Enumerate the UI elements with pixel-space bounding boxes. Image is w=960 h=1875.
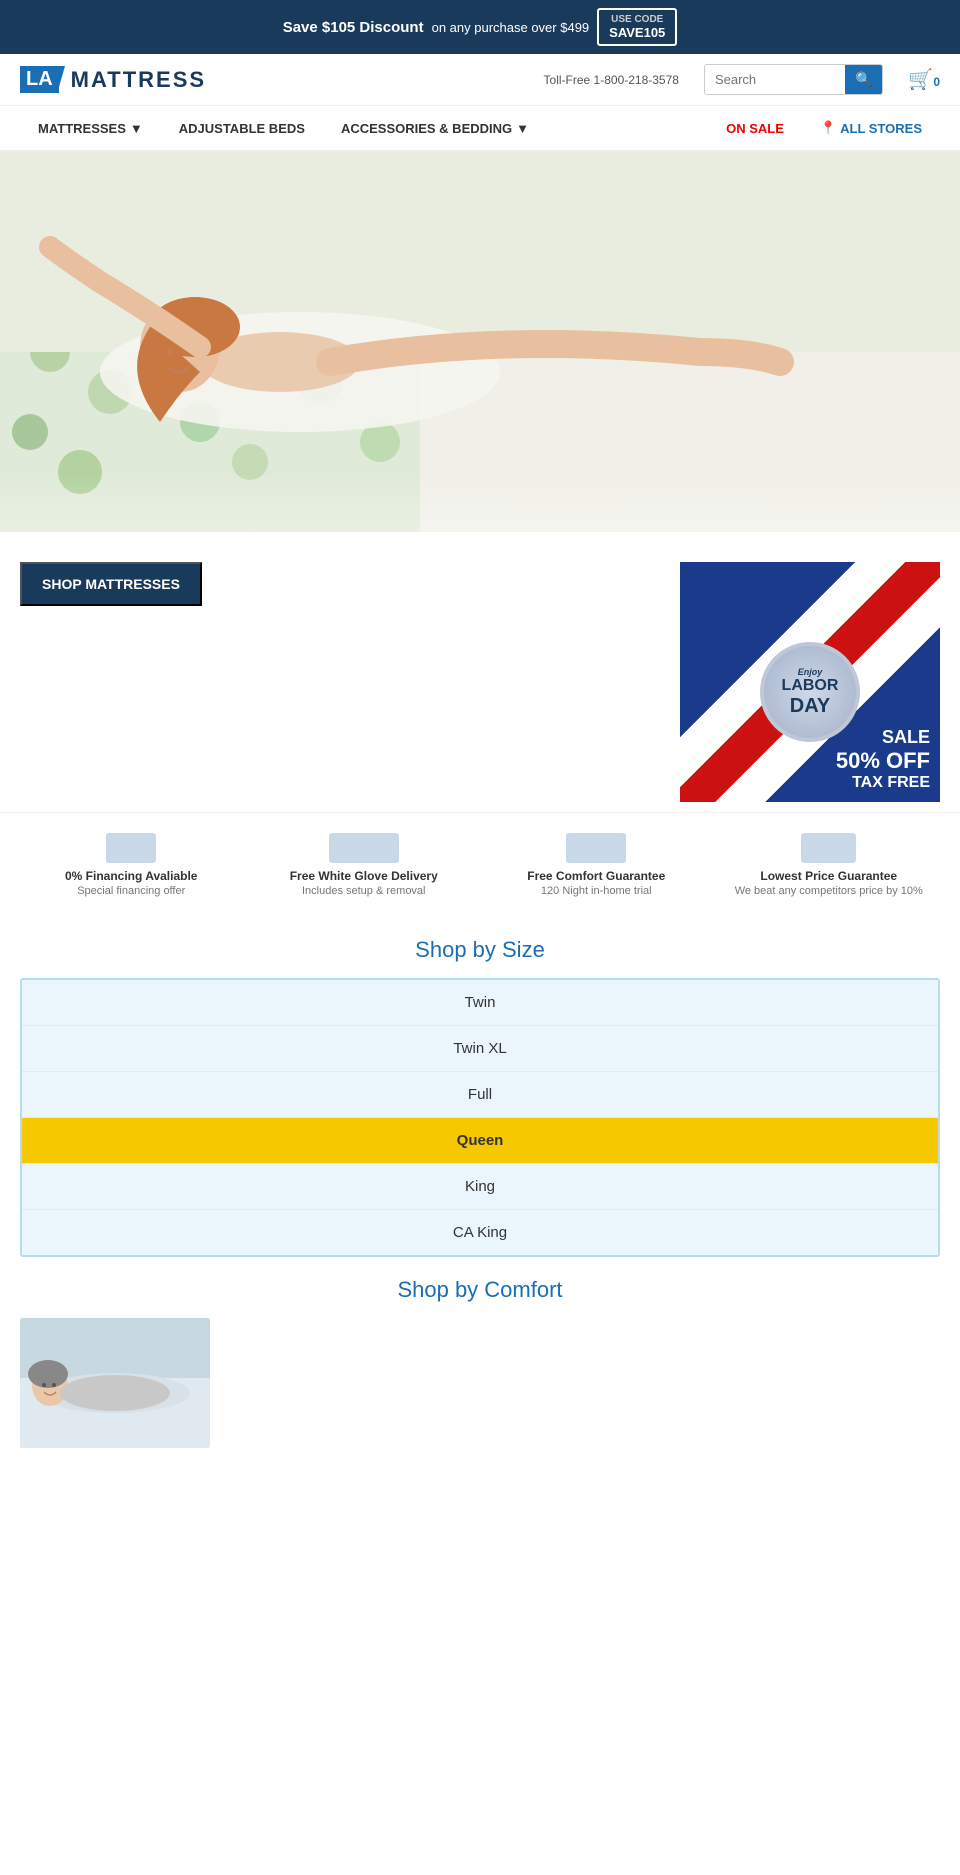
labor-day-bg: Enjoy LABOR DAY SALE 50% OFF TAX FREE [680, 562, 940, 802]
logo-la: LA [20, 66, 59, 93]
size-full[interactable]: Full [22, 1072, 938, 1118]
delivery-icon [329, 833, 399, 863]
hero-background [0, 152, 960, 532]
sale-label: SALE [836, 727, 930, 748]
feature-financing: 0% Financing Avaliable Special financing… [20, 833, 243, 897]
shop-by-size-section: Shop by Size Twin Twin XL Full Queen Kin… [0, 937, 960, 1257]
feature-delivery-subtitle: Includes setup & removal [302, 885, 426, 897]
size-queen[interactable]: Queen [22, 1118, 938, 1164]
shop-by-comfort-title: Shop by Comfort [20, 1277, 940, 1303]
nav-item-accessories[interactable]: ACCESSORIES & BEDDING ▼ [323, 107, 547, 150]
size-table: Twin Twin XL Full Queen King CA King [20, 978, 940, 1257]
discount-text: Save $105 Discount [283, 19, 424, 36]
feature-delivery: Free White Glove Delivery Includes setup… [253, 833, 476, 897]
location-icon: 📍 [820, 120, 836, 136]
day-label: DAY [790, 695, 830, 718]
tax-label: TAX FREE [836, 774, 930, 792]
comfort-image[interactable] [20, 1318, 210, 1448]
nav-item-on-sale[interactable]: ON SALE [708, 107, 802, 150]
size-ca-king[interactable]: CA King [22, 1210, 938, 1255]
search-box: 🔍 [704, 64, 883, 95]
labor-label: LABOR [782, 677, 839, 695]
top-banner: Save $105 Discount on any purchase over … [0, 0, 960, 54]
feature-price-subtitle: We beat any competitors price by 10% [735, 885, 923, 897]
labor-day-text: SALE 50% OFF TAX FREE [836, 727, 930, 792]
chevron-down-icon: ▼ [130, 121, 143, 136]
size-king[interactable]: King [22, 1164, 938, 1210]
logo-name: MATTRESS [71, 67, 206, 93]
hero-overlay [0, 472, 960, 532]
feature-comfort-subtitle: 120 Night in-home trial [541, 885, 652, 897]
comfort-image-inner [20, 1318, 210, 1448]
nav-item-all-stores[interactable]: 📍 ALL STORES [802, 106, 940, 150]
chevron-down-icon-2: ▼ [516, 121, 529, 136]
feature-price: Lowest Price Guarantee We beat any compe… [718, 833, 941, 897]
header: LA MATTRESS Toll-Free 1-800-218-3578 🔍 🛒… [0, 54, 960, 106]
feature-comfort-title: Free Comfort Guarantee [527, 869, 665, 883]
comfort-icon [566, 833, 626, 863]
cart-icon[interactable]: 🛒0 [908, 67, 940, 92]
price-icon [801, 833, 856, 863]
shop-by-comfort-section: Shop by Comfort [0, 1277, 960, 1468]
feature-price-title: Lowest Price Guarantee [760, 869, 897, 883]
cart-count: 0 [933, 75, 940, 89]
size-twin-xl[interactable]: Twin XL [22, 1026, 938, 1072]
condition-text: on any purchase over $499 [432, 20, 590, 35]
nav-item-mattresses[interactable]: MATTRESSES ▼ [20, 107, 161, 150]
comfort-svg [20, 1318, 210, 1448]
feature-comfort: Free Comfort Guarantee 120 Night in-home… [485, 833, 708, 897]
search-input[interactable] [705, 66, 845, 93]
use-code-label: USE CODE [609, 14, 665, 25]
size-twin[interactable]: Twin [22, 980, 938, 1026]
phone-number: Toll-Free 1-800-218-3578 [544, 73, 679, 87]
enjoy-label: Enjoy [798, 667, 823, 677]
feature-delivery-title: Free White Glove Delivery [290, 869, 438, 883]
hero-banner [0, 152, 960, 532]
labor-day-banner[interactable]: Enjoy LABOR DAY SALE 50% OFF TAX FREE [680, 562, 940, 802]
shop-mattresses-button[interactable]: SHOP MATTRESSES [20, 562, 202, 606]
promo-code-box: USE CODE SAVE105 [597, 8, 677, 46]
nav-item-adjustable-beds[interactable]: ADJUSTABLE BEDS [161, 107, 323, 150]
logo[interactable]: LA MATTRESS [20, 66, 206, 93]
shop-mattresses-section: SHOP MATTRESSES Enjoy LABOR DAY SALE 50%… [0, 532, 960, 812]
feature-financing-subtitle: Special financing offer [77, 885, 185, 897]
shop-by-size-title: Shop by Size [0, 937, 960, 963]
main-nav: MATTRESSES ▼ ADJUSTABLE BEDS ACCESSORIES… [0, 106, 960, 152]
search-button[interactable]: 🔍 [845, 65, 882, 94]
financing-icon [106, 833, 156, 863]
promo-code-value: SAVE105 [609, 25, 665, 40]
features-bar: 0% Financing Avaliable Special financing… [0, 812, 960, 917]
feature-financing-title: 0% Financing Avaliable [65, 869, 197, 883]
percent-label: 50% OFF [836, 748, 930, 774]
